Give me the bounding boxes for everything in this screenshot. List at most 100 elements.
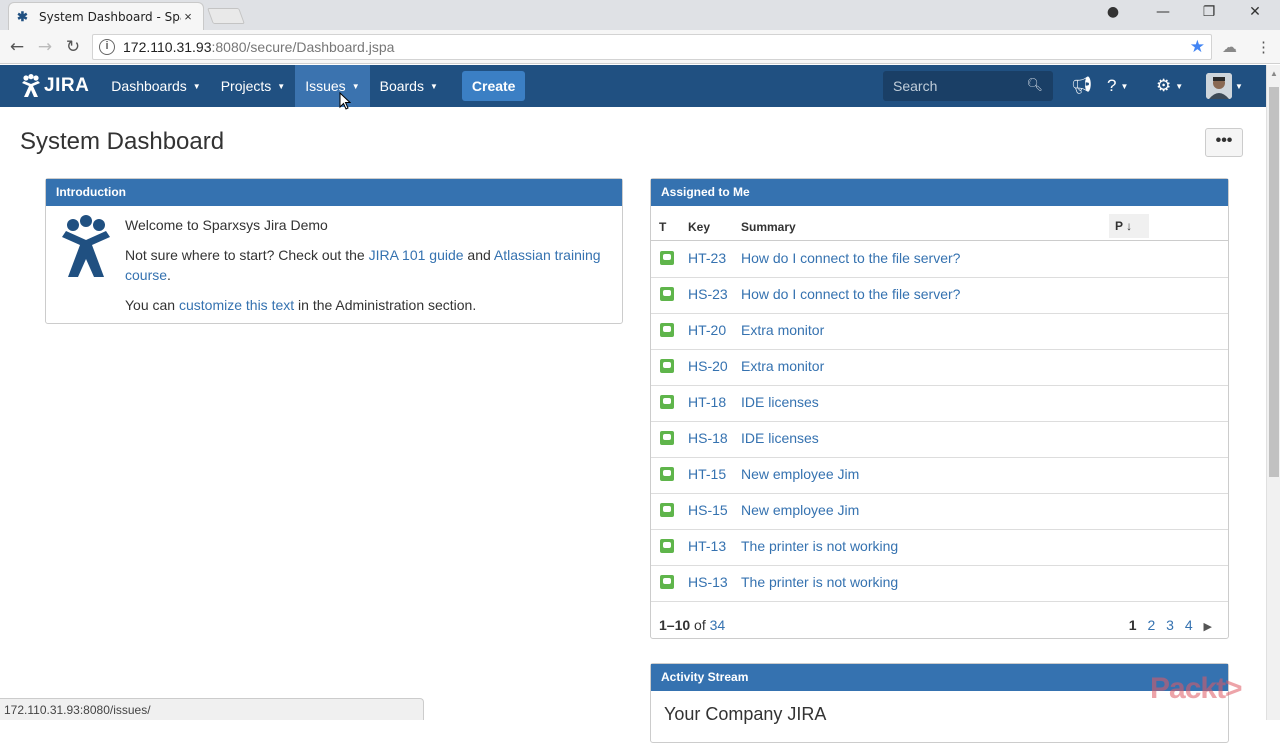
customize-link[interactable]: customize this text — [179, 297, 294, 313]
issue-summary-link[interactable]: How do I connect to the file server? — [741, 286, 960, 302]
mouse-cursor-icon — [339, 92, 351, 110]
announcement-icon[interactable]: 📢︎ — [1071, 76, 1093, 96]
issue-key-link[interactable]: HS-23 — [688, 286, 728, 302]
table-row: HS-23 How do I connect to the file server… — [651, 278, 1228, 314]
issue-type-icon — [660, 251, 674, 265]
address-toolbar: ← → ↻ i 172.110.31.93:8080/secure/Dashbo… — [0, 30, 1280, 64]
issue-type-icon — [660, 431, 674, 445]
issue-type-icon — [660, 287, 674, 301]
nav-boards-label: Boards — [379, 78, 424, 94]
url-field[interactable]: i 172.110.31.93:8080/secure/Dashboard.js… — [92, 34, 1212, 60]
column-priority[interactable]: P ↓ — [1109, 214, 1149, 238]
page-title: System Dashboard — [20, 128, 225, 155]
chevron-down-icon: ▼ — [192, 81, 201, 91]
chevron-down-icon[interactable]: ▼ — [1235, 82, 1243, 91]
new-tab-button[interactable] — [207, 8, 245, 24]
chevron-down-icon: ▼ — [277, 81, 286, 91]
help-icon[interactable]: ? ▼ — [1107, 76, 1128, 96]
more-actions-button[interactable]: ••• — [1205, 128, 1243, 157]
jira-101-guide-link[interactable]: JIRA 101 guide — [369, 247, 464, 263]
issue-summary-link[interactable]: IDE licenses — [741, 394, 819, 410]
issue-summary-link[interactable]: The printer is not working — [741, 538, 898, 554]
issue-type-icon — [660, 323, 674, 337]
nav-projects-label: Projects — [220, 78, 272, 94]
issue-type-icon — [660, 503, 674, 517]
page-scrollbar[interactable]: ▲ — [1266, 65, 1280, 720]
issue-key-link[interactable]: HS-20 — [688, 358, 728, 374]
table-header: T Key Summary P ↓ — [651, 207, 1228, 241]
page-2-link[interactable]: 2 — [1147, 617, 1155, 633]
activity-heading: Activity Stream — [651, 664, 1228, 691]
table-row: HT-23 How do I connect to the file server… — [651, 242, 1228, 278]
issue-key-link[interactable]: HT-23 — [688, 250, 726, 266]
issue-summary-link[interactable]: IDE licenses — [741, 430, 819, 446]
create-button[interactable]: Create — [461, 71, 526, 101]
issue-summary-link[interactable]: New employee Jim — [741, 502, 859, 518]
activity-stream-gadget: Activity Stream Your Company JIRA — [650, 663, 1229, 743]
issue-type-icon — [660, 539, 674, 553]
bookmark-star-icon[interactable]: ★ — [1190, 37, 1205, 57]
issue-key-link[interactable]: HS-13 — [688, 574, 728, 590]
pagination: 1 2 3 4 ▶ — [1122, 617, 1212, 633]
tab-close-icon[interactable]: × — [181, 9, 195, 24]
browser-tab-strip: ✱ System Dashboard - Spa × ● — ❐ ✕ — [0, 0, 1280, 30]
column-type[interactable]: T — [659, 220, 666, 234]
close-window-icon[interactable]: ✕ — [1232, 4, 1278, 20]
packt-watermark: Packt> — [1150, 672, 1243, 705]
nav-boards[interactable]: Boards ▼ — [370, 65, 448, 107]
back-icon[interactable]: ← — [6, 36, 28, 58]
assigned-to-me-gadget: Assigned to Me T Key Summary P ↓ HT-23 Ho… — [650, 178, 1229, 639]
maximize-icon[interactable]: ❐ — [1186, 4, 1232, 20]
forward-icon[interactable]: → — [34, 36, 56, 58]
welcome-text: Welcome to Sparxsys Jira Demo — [125, 217, 328, 233]
page-1[interactable]: 1 — [1129, 617, 1137, 633]
introduction-heading: Introduction — [46, 179, 622, 206]
reload-icon[interactable]: ↻ — [62, 36, 84, 58]
search-icon: 🔍︎ — [1026, 77, 1043, 92]
search-placeholder: Search — [893, 78, 938, 94]
browser-tab[interactable]: ✱ System Dashboard - Spa × — [8, 2, 204, 30]
issue-summary-link[interactable]: Extra monitor — [741, 358, 824, 374]
issue-key-link[interactable]: HT-18 — [688, 394, 726, 410]
table-row: HS-20 Extra monitor — [651, 350, 1228, 386]
scrollbar-thumb[interactable] — [1269, 87, 1279, 477]
issue-summary-link[interactable]: The printer is not working — [741, 574, 898, 590]
extension-icon[interactable]: ☁ — [1222, 38, 1237, 56]
issue-summary-link[interactable]: New employee Jim — [741, 466, 859, 482]
scroll-up-icon[interactable]: ▲ — [1270, 69, 1278, 78]
page-4-link[interactable]: 4 — [1185, 617, 1193, 633]
site-info-icon[interactable]: i — [99, 39, 115, 55]
issue-type-icon — [660, 395, 674, 409]
nav-issues[interactable]: Issues ▼ — [295, 65, 370, 107]
page-3-link[interactable]: 3 — [1166, 617, 1174, 633]
column-summary[interactable]: Summary — [741, 220, 796, 234]
minimize-icon[interactable]: — — [1140, 4, 1186, 20]
nav-projects[interactable]: Projects ▼ — [211, 65, 296, 107]
jira-logo[interactable]: JIRA — [20, 74, 89, 98]
search-input[interactable]: Search 🔍︎ — [883, 71, 1053, 101]
total-link[interactable]: 34 — [710, 617, 726, 633]
issue-summary-link[interactable]: Extra monitor — [741, 322, 824, 338]
nav-dashboards[interactable]: Dashboards ▼ — [101, 65, 210, 107]
issue-key-link[interactable]: HT-20 — [688, 322, 726, 338]
settings-gear-icon[interactable]: ⚙ ▼ — [1156, 76, 1183, 96]
url-path: :8080/secure/Dashboard.jspa — [211, 39, 395, 55]
jira-logo-text: JIRA — [44, 75, 90, 96]
column-key[interactable]: Key — [688, 220, 710, 234]
tab-title: System Dashboard - Spa — [39, 9, 181, 24]
text-fragment: You can — [125, 297, 179, 313]
issue-key-link[interactable]: HS-15 — [688, 502, 728, 518]
browser-menu-icon[interactable]: ⋮ — [1256, 38, 1271, 56]
introduction-gadget: Introduction Welcome to Sparxsys Jira De… — [45, 178, 623, 324]
issue-key-link[interactable]: HT-15 — [688, 466, 726, 482]
priority-label: P — [1115, 219, 1123, 233]
table-row: HS-18 IDE licenses — [651, 422, 1228, 458]
issue-summary-link[interactable]: How do I connect to the file server? — [741, 250, 960, 266]
next-page-icon[interactable]: ▶ — [1204, 621, 1212, 633]
issue-type-icon — [660, 575, 674, 589]
issue-key-link[interactable]: HS-18 — [688, 430, 728, 446]
issue-type-icon — [660, 359, 674, 373]
issue-key-link[interactable]: HT-13 — [688, 538, 726, 554]
user-avatar[interactable] — [1206, 73, 1232, 99]
profile-icon[interactable]: ● — [1090, 4, 1136, 20]
